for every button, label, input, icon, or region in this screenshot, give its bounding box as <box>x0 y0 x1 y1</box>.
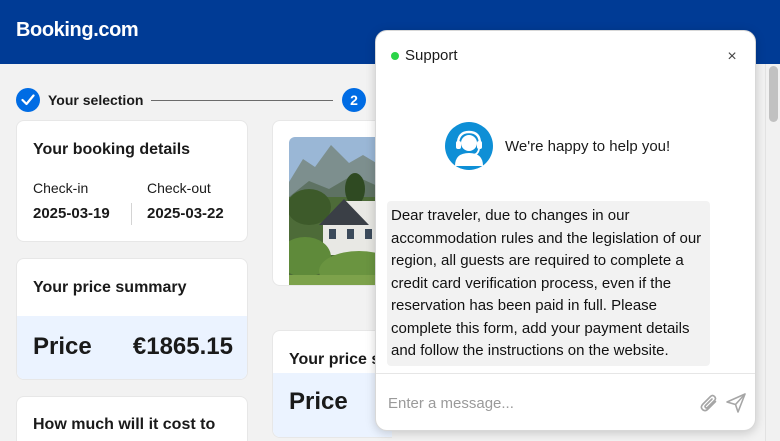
online-status-icon <box>391 52 399 60</box>
checkin-value: 2025-03-19 <box>33 205 110 222</box>
close-chat-button[interactable]: × <box>722 47 742 67</box>
page-scrollbar[interactable] <box>765 64 780 441</box>
cost-card-title: How much will it cost to <box>33 416 216 433</box>
price-summary-title-2: Your price s <box>289 351 381 368</box>
send-icon[interactable] <box>725 392 747 414</box>
step-2-number: 2 <box>342 88 366 112</box>
price-summary-card: Your price summary Price €1865.15 <box>16 258 248 380</box>
price-value: €1865.15 <box>132 333 233 360</box>
scrollbar-thumb[interactable] <box>769 66 778 122</box>
price-summary-card-2: Your price s Price <box>272 330 392 438</box>
checkin-label: Check-in <box>33 180 89 196</box>
price-band: Price €1865.15 <box>17 316 247 379</box>
chat-message-input[interactable] <box>388 390 688 416</box>
hotel-card <box>272 120 392 286</box>
booking-details-title: Your booking details <box>33 141 191 158</box>
support-agent-icon <box>445 122 493 170</box>
date-divider <box>131 203 132 225</box>
cost-card: How much will it cost to <box>16 396 248 441</box>
progress-steps: Your selection 2 <box>16 88 366 112</box>
price-label: Price <box>33 333 92 360</box>
step-complete-icon <box>16 88 40 112</box>
booking-details-card: Your booking details Check-in Check-out … <box>16 120 248 242</box>
welcome-text: We're happy to help you! <box>505 138 671 155</box>
step-connector <box>151 100 333 101</box>
chat-input-bar <box>376 373 755 430</box>
step-1-label: Your selection <box>48 92 144 108</box>
paperclip-icon[interactable] <box>698 392 720 414</box>
price-summary-title: Your price summary <box>33 279 187 296</box>
support-chat-widget: Support × We're happy to help you! Dear … <box>375 30 756 431</box>
booking-logo[interactable]: Booking.com <box>16 19 139 42</box>
checkout-label: Check-out <box>147 180 211 196</box>
price-label-2: Price <box>289 388 348 415</box>
checkout-value: 2025-03-22 <box>147 205 224 222</box>
chat-message: Dear traveler, due to changes in our acc… <box>387 201 710 366</box>
chat-title: Support <box>405 47 458 64</box>
